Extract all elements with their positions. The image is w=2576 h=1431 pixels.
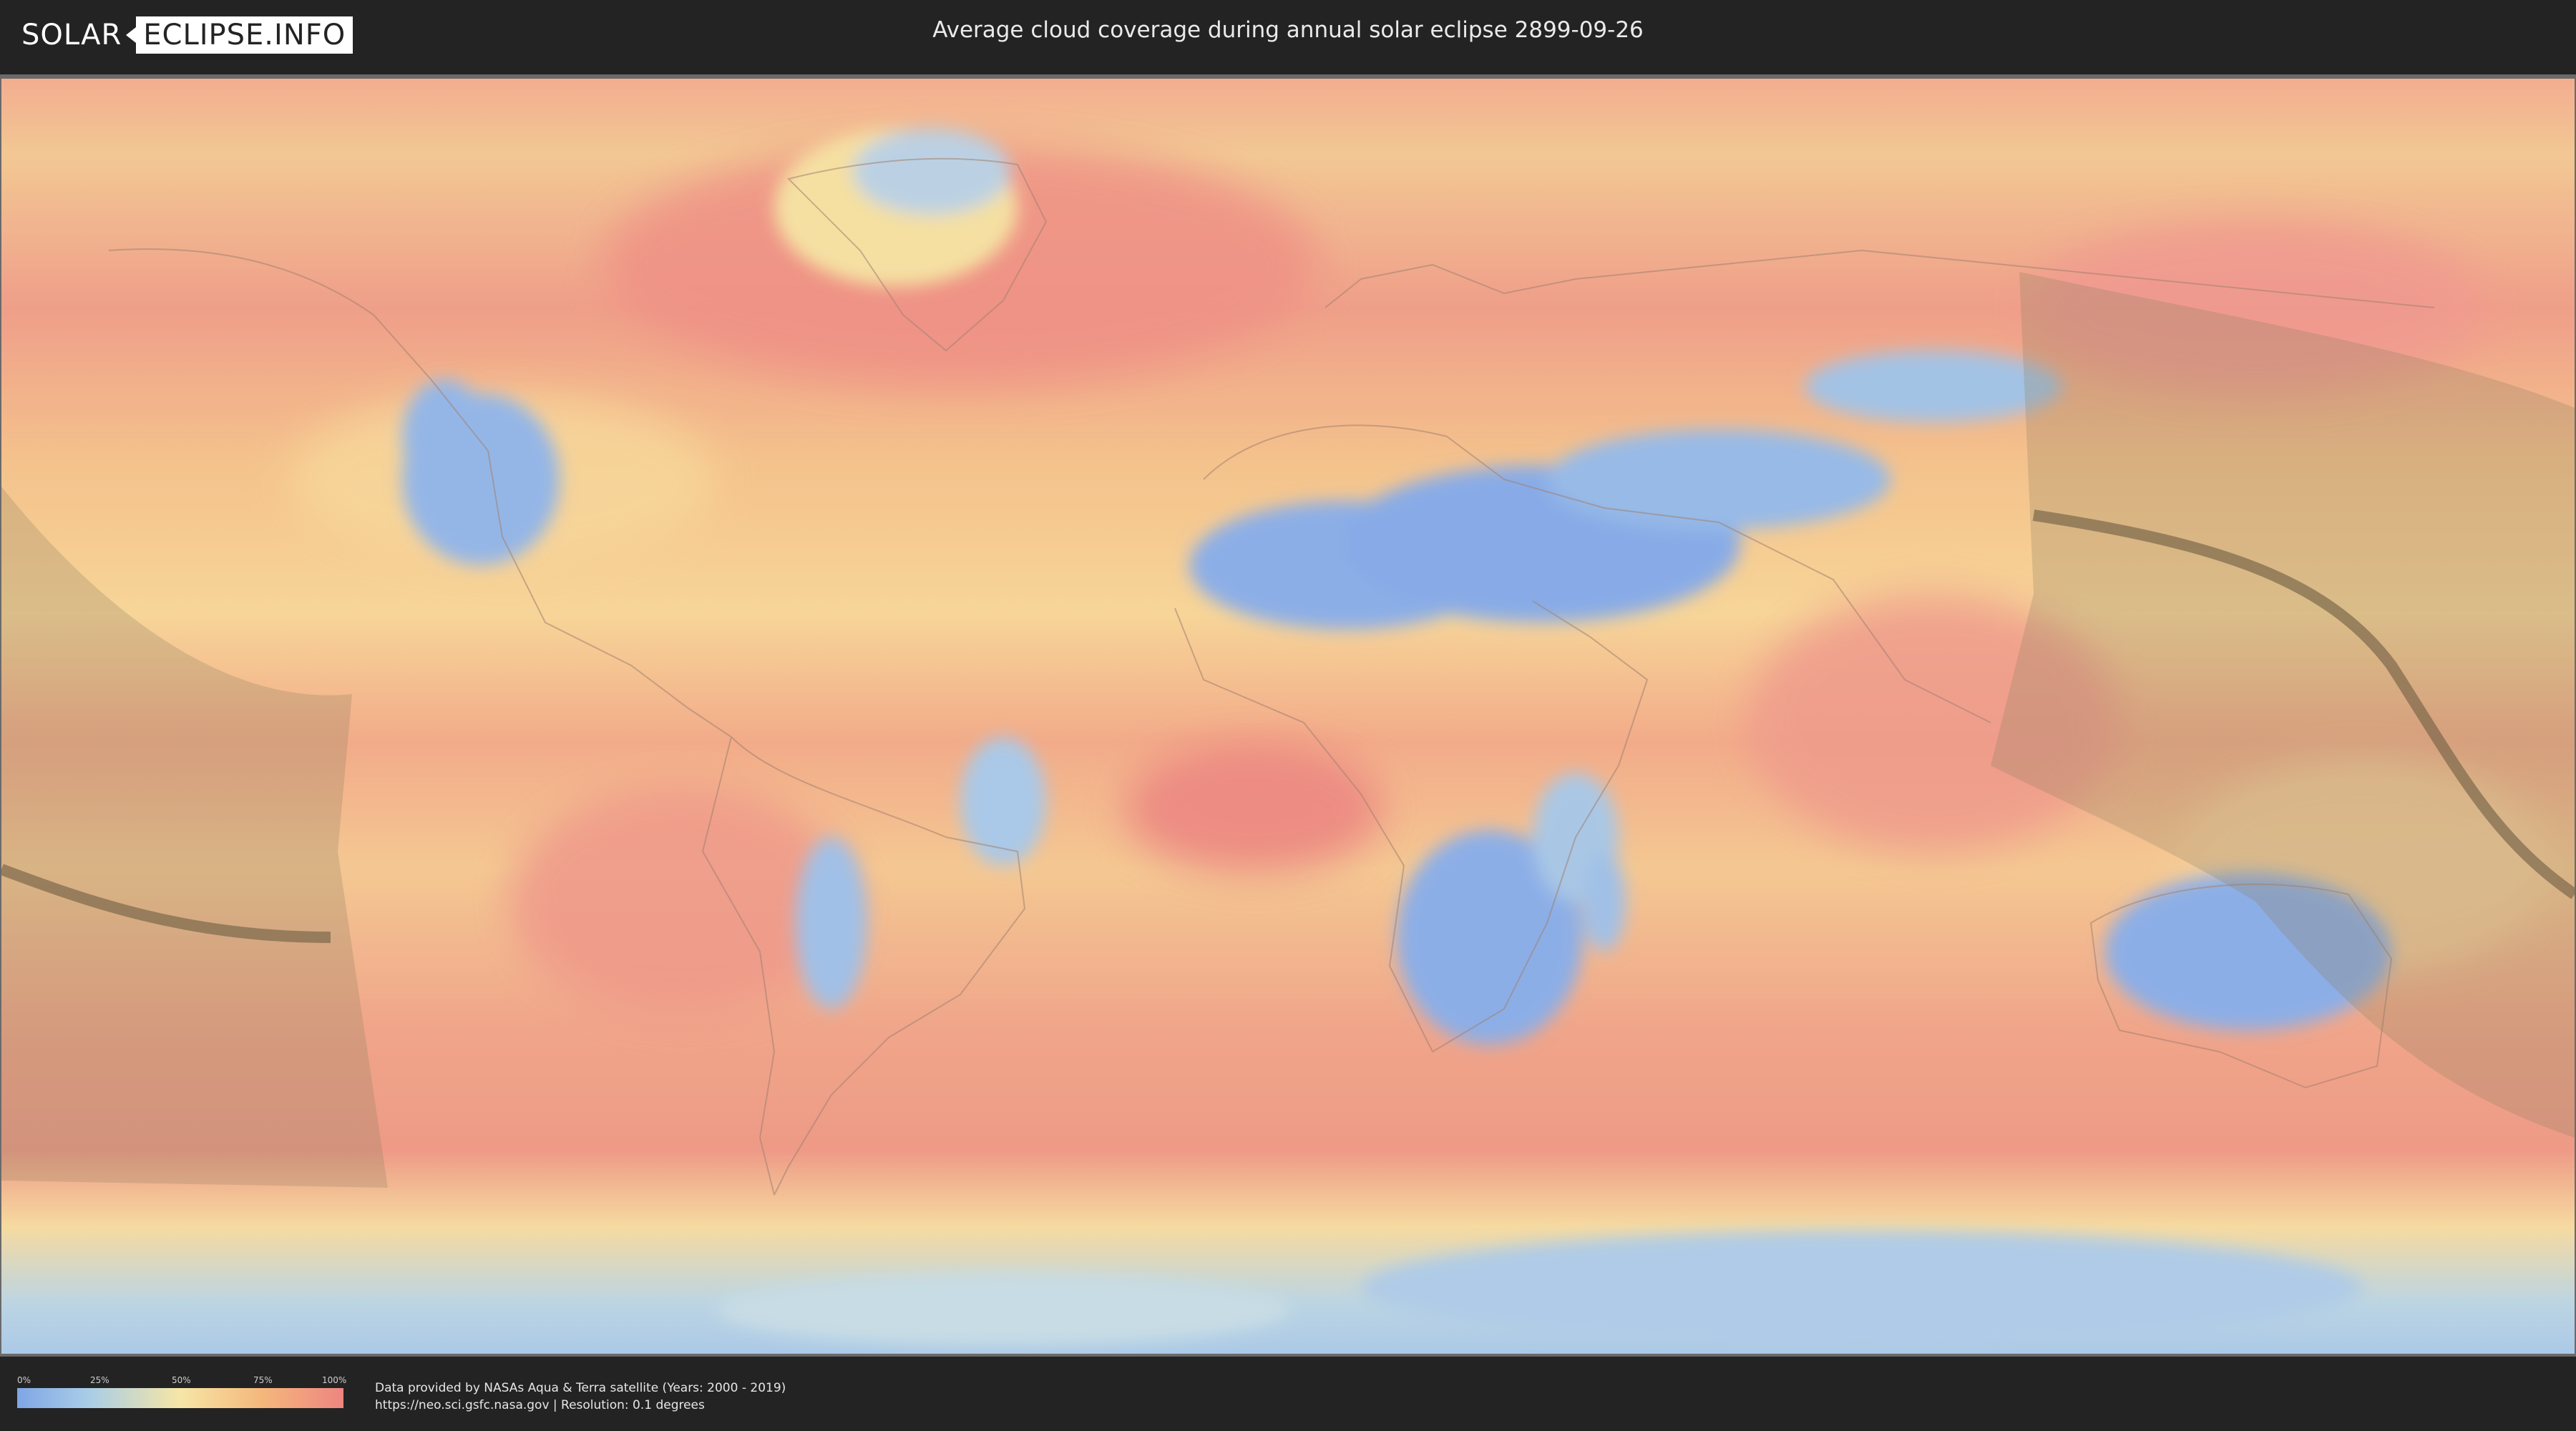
header-bar: SOLAR ECLIPSE.INFO Average cloud coverag… (0, 0, 2576, 72)
map-frame (0, 74, 2576, 1357)
legend-tick-100: 100% (322, 1375, 347, 1385)
data-resolution-line: https://neo.sci.gsfc.nasa.gov | Resoluti… (375, 1398, 705, 1412)
map-overlay (1, 79, 2575, 1354)
cloud-coverage-map[interactable] (1, 79, 2575, 1354)
legend-tick-25: 25% (90, 1375, 109, 1385)
legend-color-bar (17, 1388, 343, 1408)
legend-ticks: 0% 25% 50% 75% 100% (17, 1375, 347, 1385)
page-title: Average cloud coverage during annual sol… (932, 17, 1644, 43)
legend-tick-0: 0% (17, 1375, 31, 1385)
data-source-info: Data provided by NASAs Aqua & Terra sate… (375, 1379, 786, 1414)
legend-tick-50: 50% (172, 1375, 191, 1385)
data-source-line: Data provided by NASAs Aqua & Terra sate… (375, 1381, 786, 1395)
cloud-coverage-legend: 0% 25% 50% 75% 100% (17, 1375, 347, 1408)
legend-tick-75: 75% (253, 1375, 273, 1385)
